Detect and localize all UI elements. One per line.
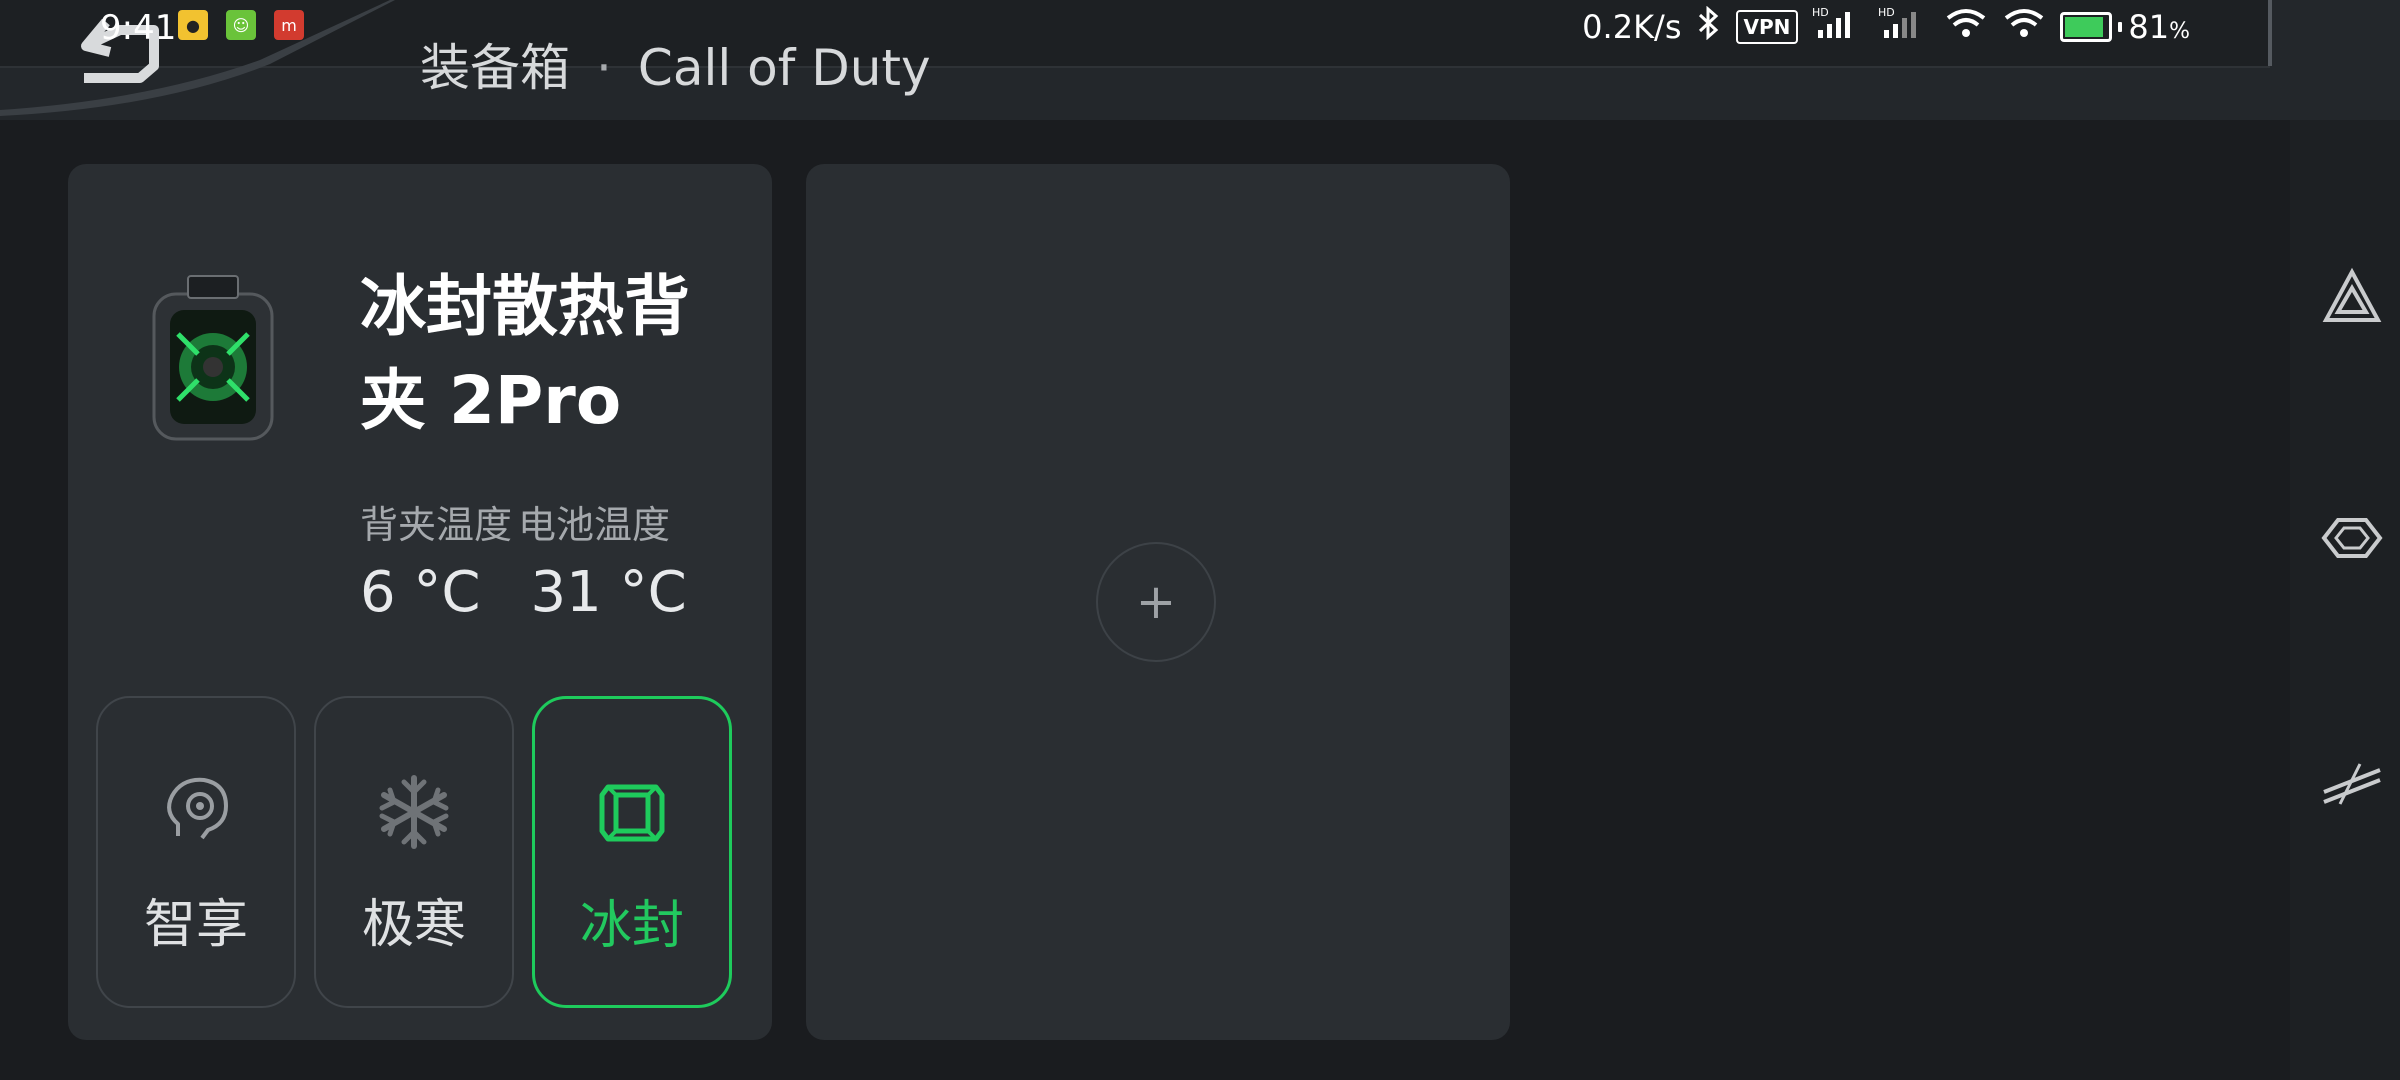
snowflake-icon [379, 775, 449, 849]
mode-ice-label: 冰封 [579, 896, 684, 956]
battery-fill [2065, 17, 2103, 37]
header-edge-divider [2268, 0, 2272, 66]
title-game: Call of Duty [637, 39, 931, 97]
mi-notification-icon: m [274, 10, 304, 40]
device-name: 冰封散热背夹 2Pro [360, 268, 690, 439]
title-section: 装备箱 [420, 39, 570, 97]
page-title: 装备箱 · Call of Duty [420, 28, 931, 100]
net-speed: 0.2K/s [1582, 8, 1682, 46]
title-separator: · [596, 39, 612, 97]
temperature-labels: 背夹温度 电池温度 [360, 494, 670, 549]
battery-temp-label: 电池温度 [518, 503, 671, 547]
slash-lines-icon[interactable] [2320, 752, 2384, 816]
status-indicators: 0.2K/s VPN HD HD 81% [1582, 5, 2190, 48]
mode-smart-label: 智享 [143, 895, 248, 955]
clip-temp-value: 6 °C [360, 560, 481, 625]
add-device-card[interactable]: + [806, 164, 1510, 1040]
temperature-values: 6 °C 31 °C [360, 560, 687, 625]
add-device-button[interactable]: + [1096, 542, 1216, 662]
signal-icon-2: HD [1878, 6, 1930, 48]
battery-percent-suffix: % [2169, 19, 2190, 44]
notification-icons: ● ☺ m [178, 10, 304, 40]
signal-icon: HD [1812, 6, 1864, 48]
battery-icon [2060, 12, 2113, 42]
wifi-icon [1944, 6, 1988, 48]
clip-temp-label: 背夹温度 [360, 503, 513, 547]
cooler-device-image [152, 275, 274, 441]
battery-percent: 81% [2128, 8, 2190, 46]
svg-text:HD: HD [1812, 6, 1829, 19]
ice-cube-icon [599, 784, 665, 842]
mode-ice-button[interactable]: 冰封 [532, 696, 732, 1008]
vpn-badge: VPN [1735, 10, 1799, 44]
battery-percent-value: 81 [2128, 8, 2170, 46]
triangle-logo-icon[interactable] [2320, 266, 2384, 330]
status-time: 9:41 [100, 8, 177, 48]
wifi-icon-2 [2002, 6, 2046, 48]
svg-text:HD: HD [1878, 6, 1895, 19]
device-card[interactable]: 冰封散热背夹 2Pro 背夹温度 电池温度 6 °C 31 °C 智享 极寒 冰… [68, 164, 772, 1040]
smart-head-icon [167, 777, 228, 840]
shield-emblem-icon[interactable] [2320, 506, 2384, 570]
robot-notification-icon: ☺ [226, 10, 256, 40]
right-rail-top [2290, 0, 2400, 120]
mode-smart-button[interactable]: 智享 [96, 696, 296, 1008]
battery-indicator: 81% [2060, 8, 2190, 46]
bluetooth-icon [1696, 5, 1722, 48]
mode-selector: 智享 极寒 冰封 [96, 696, 732, 1008]
plus-icon: + [1135, 574, 1177, 630]
battery-temp-value: 31 °C [530, 560, 687, 625]
mode-freeze-label: 极寒 [361, 895, 466, 955]
app-notification-icon: ● [178, 10, 208, 40]
battery-tip [2118, 22, 2123, 32]
mode-freeze-button[interactable]: 极寒 [314, 696, 514, 1008]
